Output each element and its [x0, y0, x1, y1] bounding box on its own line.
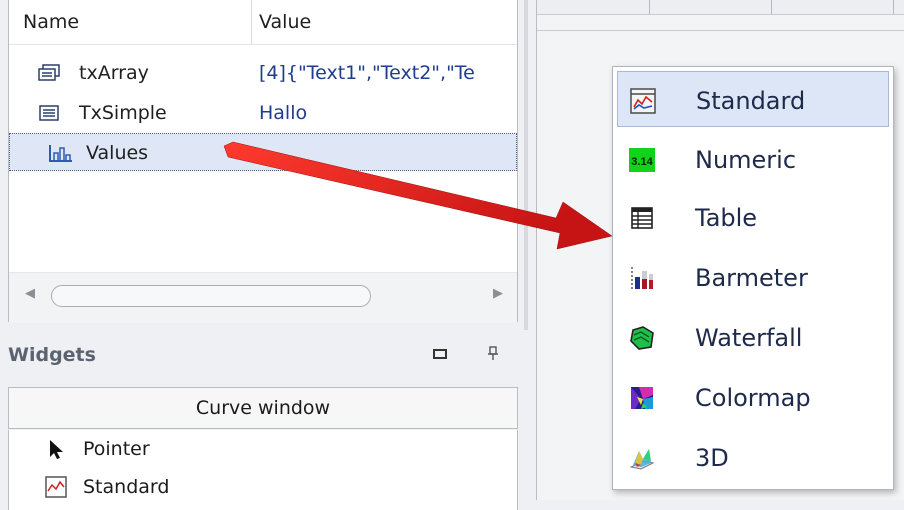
- menu-item-label: Table: [695, 204, 758, 232]
- menu-item-numeric[interactable]: 3.14 Numeric: [617, 131, 889, 187]
- variable-name: txArray: [79, 62, 149, 84]
- menu-item-label: Barmeter: [695, 264, 808, 292]
- widgets-panel: Widgets Curve window Pointer Standard: [0, 332, 525, 510]
- standard-curve-icon: [630, 88, 656, 114]
- widget-item-label: Standard: [83, 476, 170, 498]
- variable-row-txsimple[interactable]: TxSimple Hallo: [9, 94, 517, 132]
- scroll-right-icon[interactable]: ▶: [493, 286, 503, 301]
- curve-type-menu: Standard 3.14 Numeric Table Barmeter Wat…: [612, 66, 894, 490]
- horizontal-scrollbar[interactable]: ◀ ▶: [9, 272, 517, 323]
- menu-item-label: Waterfall: [695, 324, 803, 352]
- waterfall-icon: [629, 325, 655, 351]
- name-column-header[interactable]: Name: [23, 0, 79, 44]
- variable-row-values[interactable]: Values: [9, 133, 517, 171]
- variable-name: Values: [86, 142, 149, 164]
- variable-name: TxSimple: [79, 102, 167, 124]
- ruler-tick: [649, 0, 650, 14]
- pin-icon[interactable]: [488, 346, 498, 364]
- menu-item-colormap[interactable]: Colormap: [617, 369, 889, 425]
- scroll-left-icon[interactable]: ◀: [25, 286, 35, 301]
- variable-row-txarray[interactable]: txArray [4]{"Text1","Text2","Te: [9, 54, 517, 92]
- values-chart-icon: [48, 143, 72, 163]
- value-column-header[interactable]: Value: [259, 0, 311, 44]
- pointer-arrow-icon: [45, 438, 67, 460]
- text-array-icon: [37, 63, 61, 83]
- barmeter-icon: [629, 265, 655, 291]
- top-ruler: [537, 0, 904, 15]
- variables-header: Name Value: [9, 0, 517, 45]
- menu-item-barmeter[interactable]: Barmeter: [617, 249, 889, 305]
- widget-item-standard[interactable]: Standard: [9, 468, 517, 506]
- colormap-icon: [629, 385, 655, 411]
- widgets-title: Widgets: [8, 344, 96, 366]
- menu-item-table[interactable]: Table: [617, 189, 889, 245]
- curve-window-button[interactable]: Curve window: [8, 387, 518, 429]
- maximize-icon[interactable]: [433, 346, 447, 364]
- table-icon: [629, 205, 655, 231]
- ruler-tick: [771, 0, 772, 14]
- widget-item-label: Pointer: [83, 438, 150, 460]
- menu-item-label: Standard: [696, 87, 806, 115]
- menu-item-label: Numeric: [695, 146, 797, 174]
- variable-value: [4]{"Text1","Text2","Te: [259, 62, 475, 84]
- menu-item-label: 3D: [695, 444, 729, 472]
- 3d-plot-icon: [629, 445, 655, 471]
- menu-item-waterfall[interactable]: Waterfall: [617, 309, 889, 365]
- numeric-display-icon: 3.14: [629, 147, 655, 173]
- text-variable-icon: [37, 103, 61, 123]
- ruler-tick: [893, 0, 894, 14]
- variable-value: Hallo: [259, 102, 308, 124]
- variables-panel: Name Value txArray [4]{"Text1","Text2","…: [8, 0, 518, 323]
- widget-list: Pointer Standard: [8, 430, 518, 510]
- scrollbar-thumb[interactable]: [51, 285, 371, 307]
- menu-item-3d[interactable]: 3D: [617, 429, 889, 485]
- column-separator[interactable]: [251, 0, 252, 44]
- numeric-icon-text: 3.14: [631, 156, 653, 168]
- menu-item-standard[interactable]: Standard: [617, 71, 889, 127]
- menu-item-label: Colormap: [695, 384, 811, 412]
- standard-curve-icon: [45, 476, 67, 498]
- panel-splitter[interactable]: [524, 0, 528, 330]
- widget-item-pointer[interactable]: Pointer: [9, 430, 517, 468]
